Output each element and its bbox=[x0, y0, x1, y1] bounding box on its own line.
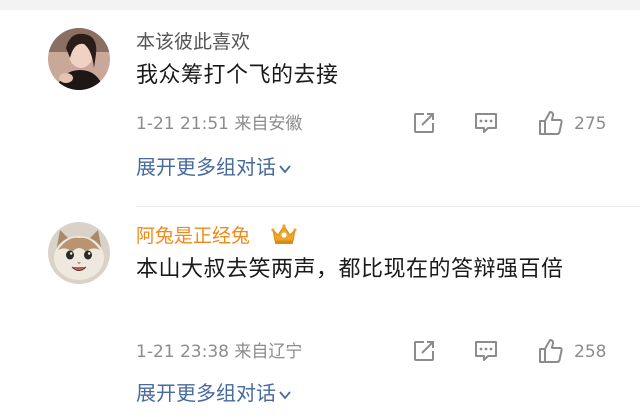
like-button[interactable] bbox=[537, 337, 565, 365]
comment-username[interactable]: 本该彼此喜欢 bbox=[136, 30, 250, 54]
comment-meta: 1-21 21:51 来自安徽 bbox=[136, 113, 302, 135]
comment-icon bbox=[475, 113, 497, 133]
chevron-down-icon bbox=[279, 390, 291, 399]
comment-text: 我众筹打个飞的去接 bbox=[136, 63, 339, 88]
share-icon bbox=[414, 341, 434, 361]
thumbs-up-icon bbox=[539, 111, 563, 135]
like-count: 275 bbox=[574, 114, 607, 134]
user-photo-avatar-icon bbox=[48, 28, 110, 90]
comment-icon bbox=[475, 341, 497, 361]
share-button[interactable] bbox=[410, 109, 438, 137]
thumbs-up-icon bbox=[539, 339, 563, 363]
comment-divider bbox=[136, 206, 640, 207]
comment-location: 来自安徽 bbox=[234, 114, 303, 134]
cat-avatar-icon bbox=[48, 222, 110, 284]
share-icon bbox=[414, 113, 434, 133]
crown-badge-icon bbox=[270, 222, 298, 246]
comment-timestamp: 1-21 23:38 bbox=[136, 342, 229, 362]
share-button[interactable] bbox=[410, 337, 438, 365]
comment-text: 本山大叔去笑两声，都比现在的答辩强百倍 bbox=[136, 257, 564, 282]
reply-button[interactable] bbox=[472, 109, 500, 137]
expand-label: 展开更多组对话 bbox=[136, 155, 276, 179]
comment-username[interactable]: 阿兔是正经兔 bbox=[136, 224, 250, 248]
reply-button[interactable] bbox=[472, 337, 500, 365]
expand-label: 展开更多组对话 bbox=[136, 381, 276, 405]
comment-timestamp: 1-21 21:51 bbox=[136, 114, 229, 134]
user-avatar[interactable] bbox=[48, 28, 110, 90]
like-count: 258 bbox=[574, 342, 607, 362]
expand-replies-link[interactable]: 展开更多组对话 bbox=[136, 154, 292, 180]
top-strip bbox=[0, 0, 640, 10]
comment-meta: 1-21 23:38 来自辽宁 bbox=[136, 341, 302, 363]
user-avatar[interactable] bbox=[48, 222, 110, 284]
chevron-down-icon bbox=[279, 164, 291, 173]
like-button[interactable] bbox=[537, 109, 565, 137]
comment-location: 来自辽宁 bbox=[234, 342, 303, 362]
expand-replies-link[interactable]: 展开更多组对话 bbox=[136, 380, 292, 406]
